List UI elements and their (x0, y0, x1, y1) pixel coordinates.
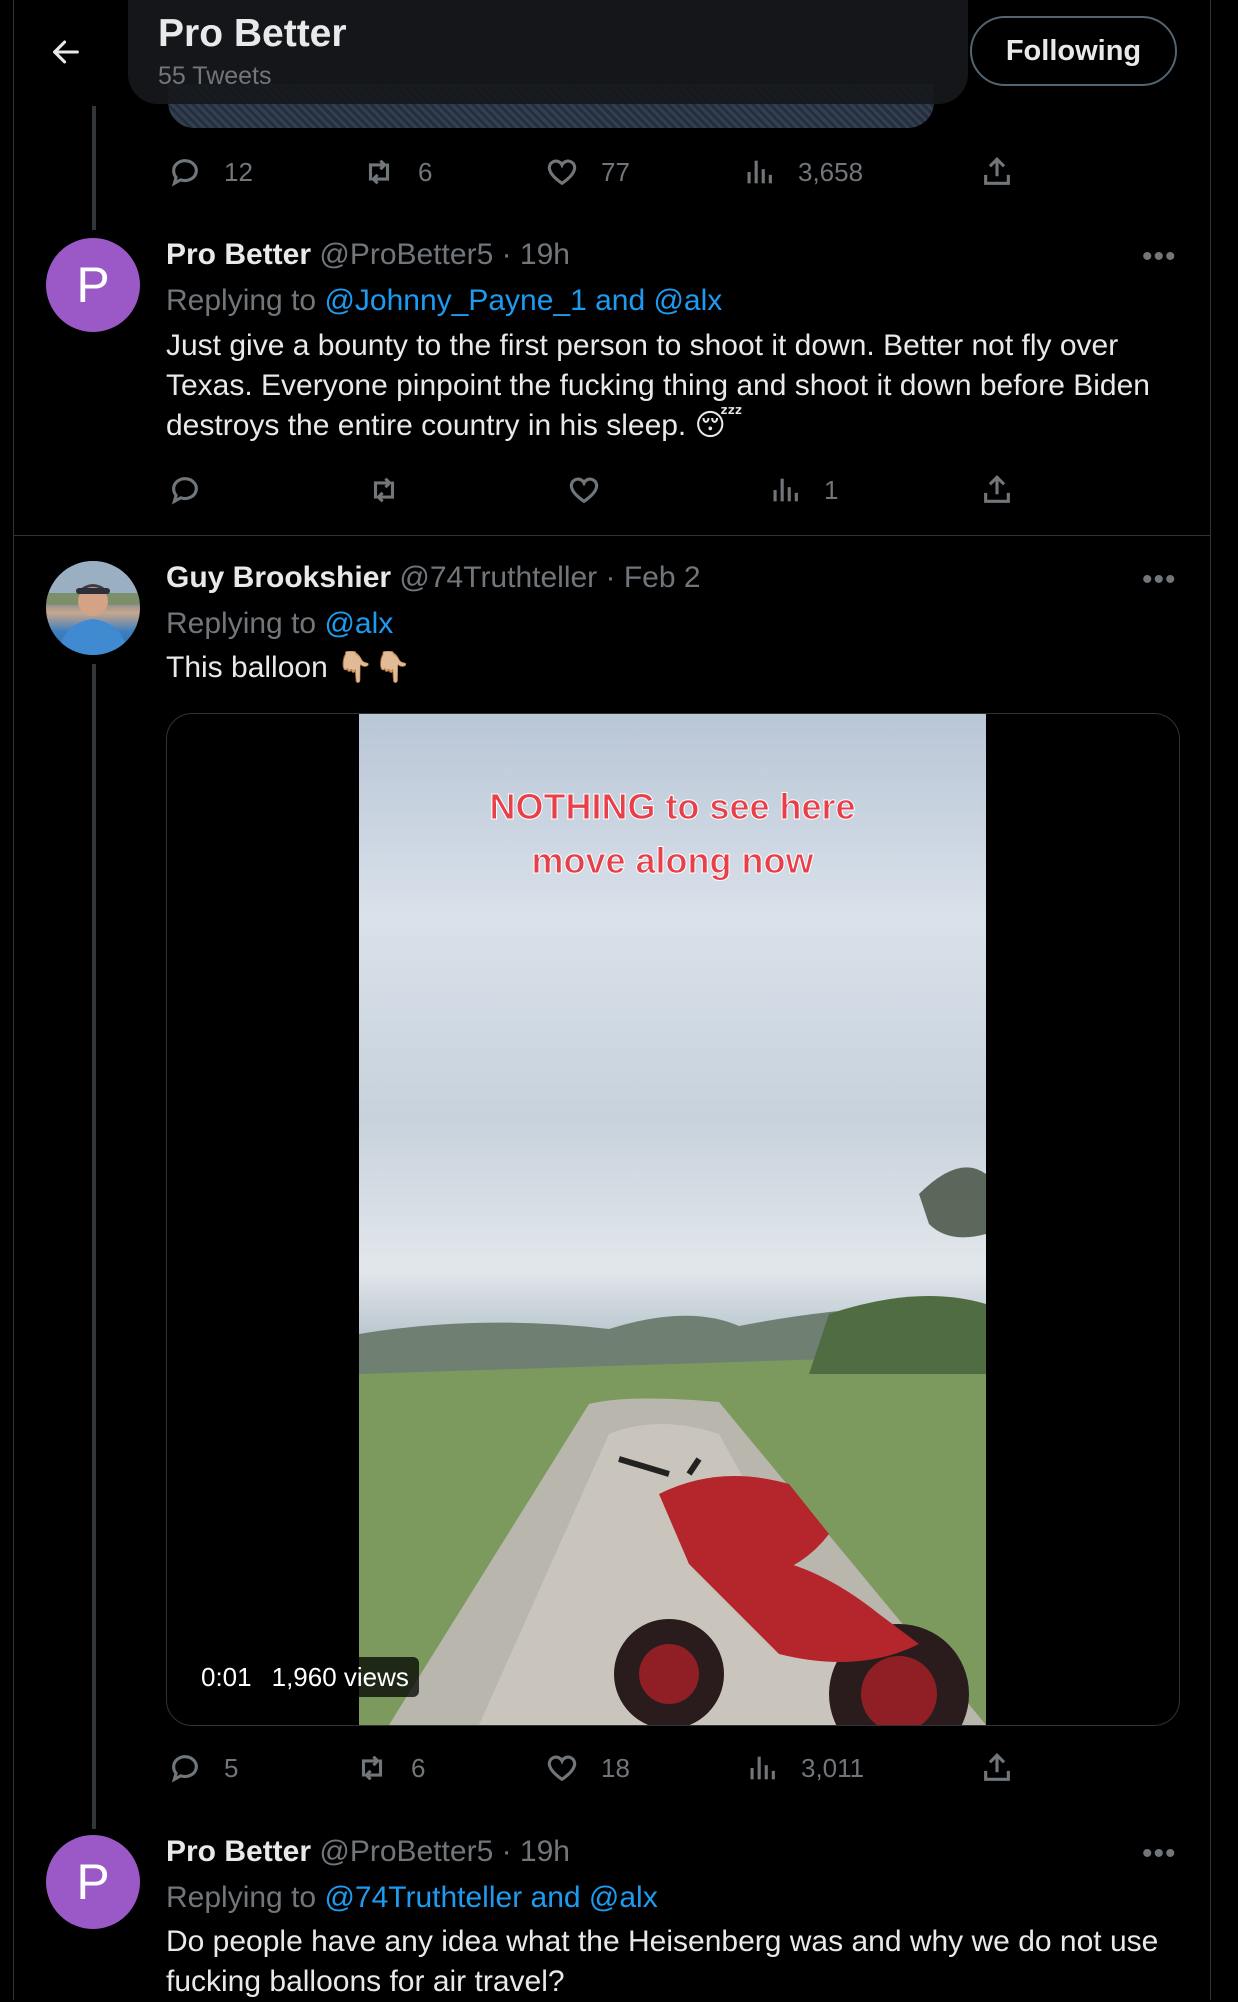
like-count: 18 (601, 1752, 630, 1783)
retweet-button[interactable]: 6 (355, 1751, 425, 1785)
retweet-icon (373, 477, 395, 503)
reply-icon (171, 477, 198, 505)
views-icon (773, 478, 798, 502)
mention-links[interactable]: @Johnny_Payne_1 and @alx (324, 284, 722, 317)
replying-prefix: Replying to (166, 1881, 317, 1914)
mention-links[interactable]: @alx (324, 607, 393, 640)
reply-icon (171, 159, 198, 187)
share-button[interactable] (980, 1751, 1014, 1785)
more-icon[interactable]: ••• (1142, 240, 1177, 274)
video-time-views-badge: 0:01 1,960 views (191, 1657, 419, 1697)
views-icon (747, 160, 772, 184)
author-name[interactable]: Guy Brookshier (166, 561, 391, 594)
replying-prefix: Replying to (166, 284, 317, 317)
reply-button[interactable]: 5 (168, 1751, 238, 1785)
retweet-icon (361, 1755, 383, 1781)
video-views: 1,960 views (271, 1661, 409, 1692)
author-name[interactable]: Pro Better (166, 1835, 311, 1868)
like-icon (547, 159, 577, 186)
avatar[interactable] (46, 561, 140, 655)
share-button[interactable] (980, 473, 1014, 507)
views-button[interactable]: 3,658 (742, 155, 863, 189)
video-player[interactable]: NOTHING to see here move along now 0:01 … (166, 713, 1180, 1726)
retweet-count: 6 (418, 156, 433, 187)
more-icon[interactable]: ••• (1142, 1837, 1177, 1871)
tweet-author-line: Guy Brookshier @74Truthteller · Feb 2 (166, 561, 701, 595)
back-button[interactable] (38, 24, 94, 80)
tweet-text: Just give a bounty to the first person t… (166, 329, 1150, 442)
tweet-text: This balloon 👇🏼👇🏼 (166, 651, 411, 684)
like-count: 77 (601, 156, 630, 187)
mention-links[interactable]: @74Truthteller and @alx (324, 1881, 657, 1914)
views-button[interactable]: 3,011 (745, 1751, 864, 1785)
replying-to: Replying to @alx (166, 607, 393, 641)
avatar[interactable]: P (46, 238, 140, 332)
like-button[interactable]: 18 (545, 1751, 630, 1785)
reply-count: 12 (224, 156, 253, 187)
views-count: 1 (824, 474, 839, 505)
column-border-right (1210, 0, 1211, 2000)
replying-to: Replying to @74Truthteller and @alx (166, 1881, 658, 1915)
retweet-icon (368, 159, 390, 185)
header-tweet-count: 55 Tweets (158, 62, 272, 90)
column-border-left (13, 0, 14, 2000)
like-icon (569, 477, 599, 504)
back-arrow-icon (53, 40, 79, 64)
tweet-divider (13, 535, 1210, 536)
tweet-author-line: Pro Better @ProBetter5 · 19h (166, 238, 570, 272)
video-time: 0:01 (201, 1661, 252, 1692)
author-handle-time[interactable]: @ProBetter5 · 19h (319, 1835, 570, 1868)
like-button[interactable]: 77 (545, 155, 630, 189)
share-button[interactable] (980, 155, 1014, 189)
following-button[interactable]: Following (970, 16, 1177, 86)
author-handle-time[interactable]: @ProBetter5 · 19h (319, 238, 570, 271)
tweet-author-line: Pro Better @ProBetter5 · 19h (166, 1835, 570, 1869)
like-icon (547, 1755, 577, 1782)
views-count: 3,658 (798, 156, 864, 187)
author-handle-time[interactable]: @74Truthteller · Feb 2 (399, 561, 700, 594)
reply-count: 5 (224, 1752, 239, 1783)
replying-to: Replying to @Johnny_Payne_1 and @alx (166, 284, 722, 318)
more-icon[interactable]: ••• (1142, 563, 1177, 597)
retweet-button[interactable] (367, 473, 423, 507)
avatar[interactable]: P (46, 1835, 140, 1929)
author-name[interactable]: Pro Better (166, 238, 311, 271)
share-icon (984, 475, 1010, 503)
person-photo-icon (46, 561, 140, 655)
reply-icon (171, 1755, 198, 1783)
video-frame[interactable]: NOTHING to see here move along now (359, 714, 986, 1725)
tweet-text: Do people have any idea what the Heisenb… (166, 1925, 1159, 1998)
reply-button[interactable] (168, 473, 224, 507)
retweet-button[interactable]: 6 (362, 155, 432, 189)
share-icon (984, 1753, 1010, 1781)
header-title: Pro Better (158, 12, 347, 55)
profile-header: Pro Better 55 Tweets Following (0, 0, 1210, 104)
like-button[interactable] (567, 473, 623, 507)
video-overlay-line-1: NOTHING to see here (489, 786, 856, 828)
replying-prefix: Replying to (166, 607, 317, 640)
views-count: 3,011 (801, 1752, 865, 1783)
views-button[interactable]: 1 (768, 473, 838, 507)
thread-line (92, 106, 96, 230)
share-icon (984, 157, 1010, 185)
thread-line (92, 664, 96, 1829)
video-overlay-line-2: move along now (531, 840, 814, 882)
reply-button[interactable]: 12 (168, 155, 253, 189)
views-icon (750, 1756, 775, 1780)
retweet-count: 6 (411, 1752, 426, 1783)
